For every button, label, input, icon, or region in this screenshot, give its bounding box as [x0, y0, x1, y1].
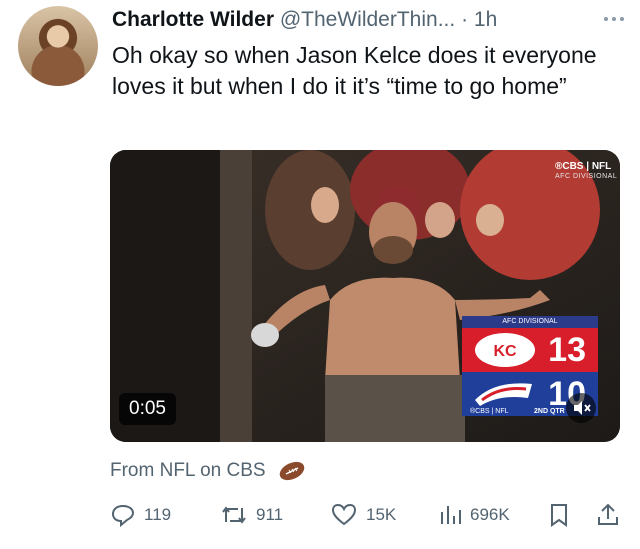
repost-count: 911 [256, 505, 284, 524]
network-bug: ®CBS | NFL [555, 161, 612, 172]
tweet-text: Oh okay so when Jason Kelce does it ever… [112, 42, 597, 99]
scoreboard-quarter: 2ND QTR [534, 408, 565, 415]
avatar[interactable] [18, 6, 98, 86]
chiefs-logo-icon: KC [475, 333, 535, 367]
video-duration: 0:05 [119, 393, 176, 425]
speaker-muted-icon [574, 401, 591, 415]
share-icon [598, 503, 618, 525]
home-score: 13 [548, 331, 586, 369]
source-label[interactable]: From NFL on CBS [110, 460, 266, 481]
american-football-icon [279, 461, 305, 481]
views-button[interactable]: 696K [438, 498, 510, 532]
svg-text:KC: KC [493, 343, 517, 360]
view-count: 696K [470, 505, 510, 524]
timestamp[interactable]: 1h [474, 8, 497, 31]
views-icon [441, 506, 461, 524]
repost-icon [222, 506, 246, 524]
author-handle[interactable]: @TheWilderThin... [280, 8, 455, 31]
ellipsis-icon[interactable] [604, 8, 632, 22]
bookmark-button[interactable] [548, 498, 570, 532]
reply-count: 119 [144, 505, 172, 524]
author-name[interactable]: Charlotte Wilder [112, 8, 274, 31]
repost-button[interactable]: 911 [220, 498, 283, 532]
home-team-row: KC 13 [462, 328, 598, 372]
like-count: 15K [366, 505, 397, 524]
scoreboard-title: AFC DIVISIONAL [462, 316, 598, 328]
tweet-header: Charlotte Wilder @TheWilderThin... · 1h [112, 6, 630, 36]
media-source[interactable]: From NFL on CBS [110, 458, 307, 484]
reply-icon [111, 504, 135, 528]
mute-button[interactable] [566, 393, 596, 423]
like-button[interactable]: 15K [330, 498, 396, 532]
share-button[interactable] [596, 498, 620, 532]
like-icon [331, 503, 357, 526]
bookmark-icon [551, 504, 567, 527]
separator-dot: · [461, 8, 469, 31]
reply-button[interactable]: 119 [110, 498, 171, 532]
network-sub: AFC DIVISIONAL [555, 173, 618, 180]
scoreboard-network: ®CBS | NFL [470, 408, 509, 415]
action-bar: 119 911 15K 696K [110, 498, 630, 532]
